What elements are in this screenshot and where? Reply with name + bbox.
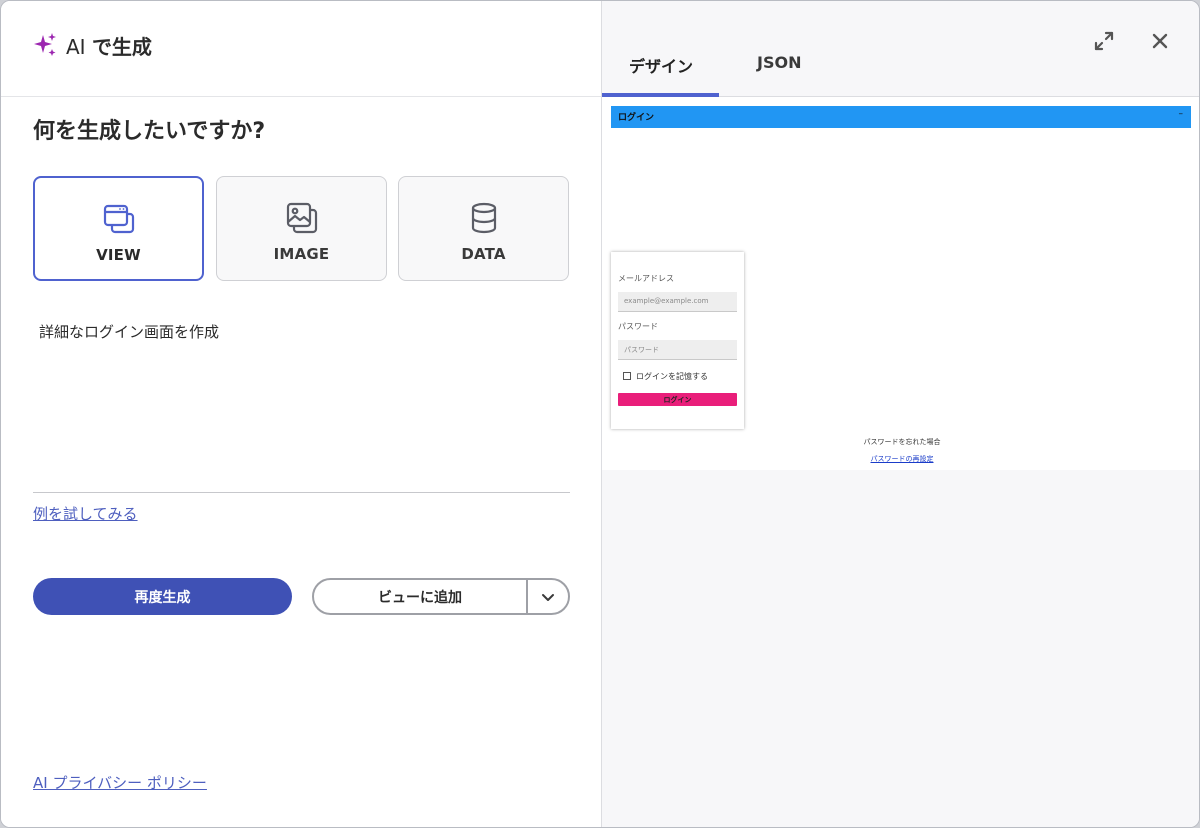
dialog-title-main: で生成 bbox=[91, 34, 152, 59]
preview-minimize-icon: – bbox=[1178, 109, 1184, 119]
preview-title-bar: ログイン – bbox=[611, 106, 1191, 128]
chevron-down-icon bbox=[542, 593, 554, 601]
preview-email-placeholder: example@example.com bbox=[624, 297, 709, 305]
close-button[interactable] bbox=[1148, 29, 1172, 53]
ai-generate-dialog: AI で生成 何を生成したいですか? VIEW IMAGE DATA 詳細なログ… bbox=[0, 0, 1200, 828]
try-examples-link[interactable]: 例を試してみる bbox=[33, 503, 138, 524]
type-option-label: VIEW bbox=[96, 246, 141, 264]
tab-design[interactable]: デザイン bbox=[629, 53, 693, 77]
prompt-divider bbox=[33, 492, 570, 493]
add-options-dropdown[interactable] bbox=[528, 589, 568, 605]
preview-remember-label: ログインを記憶する bbox=[636, 372, 708, 381]
preview-remember-checkbox bbox=[623, 372, 631, 380]
regenerate-button[interactable]: 再度生成 bbox=[33, 578, 292, 615]
type-option-label: DATA bbox=[461, 245, 506, 263]
preview-bar-title: ログイン bbox=[618, 113, 655, 123]
expand-button[interactable] bbox=[1092, 29, 1116, 53]
preview-email-label: メールアドレス bbox=[618, 274, 674, 283]
type-option-data[interactable]: DATA bbox=[398, 176, 569, 281]
design-preview: ログイン – メールアドレス example@example.com パスワード… bbox=[602, 97, 1199, 470]
tab-json[interactable]: JSON bbox=[757, 53, 801, 72]
expand-icon bbox=[1094, 31, 1114, 51]
add-to-view-button[interactable]: ビューに追加 bbox=[314, 587, 526, 607]
view-window-icon bbox=[103, 204, 134, 234]
database-icon bbox=[471, 202, 496, 234]
question-heading: 何を生成したいですか? bbox=[33, 119, 266, 144]
preview-login-button: ログイン bbox=[618, 393, 737, 406]
dialog-title: AI で生成 bbox=[66, 31, 152, 60]
preview-password-field: パスワード bbox=[618, 340, 737, 360]
image-icon bbox=[286, 202, 317, 234]
preview-login-card: メールアドレス example@example.com パスワード パスワード … bbox=[611, 252, 744, 429]
privacy-policy-link[interactable]: AI プライバシー ポリシー bbox=[33, 772, 207, 793]
preview-password-label: パスワード bbox=[618, 322, 658, 331]
prompt-input[interactable]: 詳細なログイン画面を作成 bbox=[39, 321, 219, 342]
preview-email-field: example@example.com bbox=[618, 292, 737, 312]
preview-forgot-text: パスワードを忘れた場合 bbox=[863, 438, 941, 446]
type-option-image[interactable]: IMAGE bbox=[216, 176, 387, 281]
left-pane: AI で生成 何を生成したいですか? VIEW IMAGE DATA 詳細なログ… bbox=[1, 1, 601, 827]
add-to-view-split-button: ビューに追加 bbox=[312, 578, 570, 615]
dialog-title-prefix: AI bbox=[66, 34, 92, 59]
preview-password-placeholder: パスワード bbox=[624, 346, 659, 354]
right-pane: デザイン JSON ログイン – メールアドレス example@example… bbox=[601, 1, 1199, 827]
type-option-view[interactable]: VIEW bbox=[33, 176, 204, 281]
dialog-header: AI で生成 bbox=[32, 31, 152, 59]
type-option-label: IMAGE bbox=[273, 245, 330, 263]
preview-reset-link: パスワードの再設定 bbox=[870, 455, 934, 463]
sparkles-icon bbox=[34, 33, 56, 56]
close-icon bbox=[1152, 33, 1168, 49]
header-divider bbox=[1, 96, 601, 97]
